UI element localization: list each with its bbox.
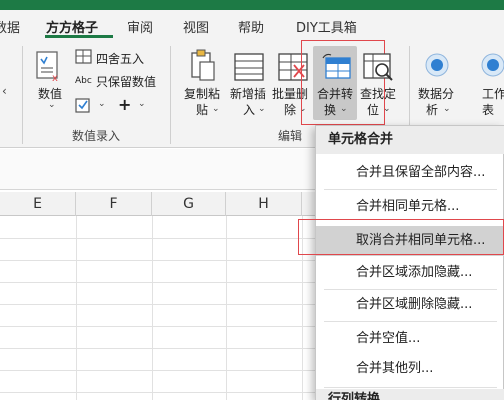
tab-fangfang[interactable]: 方方格子 [46,17,98,36]
group-edit-label: 编辑 [278,129,303,143]
ribbon-separator [170,46,171,144]
title-bar [0,0,504,10]
add-insert-label[interactable]: 新增插 [230,85,266,102]
abc-icon: Abc [75,76,92,86]
svg-text:x: x [52,73,58,82]
tab-diy-toolbox[interactable]: DIY工具箱 [296,17,357,36]
chevron-down-icon[interactable]: ⌄ [383,104,391,114]
data-analysis-icon[interactable] [424,52,450,82]
batch-delete-label-2[interactable]: 除 [284,101,296,118]
column-header-row: E F G H [0,192,320,216]
grid-line [0,348,320,349]
find-locate-label-2[interactable]: 位 [367,101,379,118]
find-locate-label[interactable]: 查找定 [360,85,396,102]
grid-line [0,260,320,261]
menu-section-header-partial: 行列转换 [316,389,504,400]
round-label[interactable]: 四舍五入 [96,50,144,67]
tab-review[interactable]: 审阅 [127,17,153,36]
menu-divider [324,387,497,388]
worksheet-icon[interactable] [480,52,504,82]
menu-item-merge-empty[interactable]: 合并空值... [316,324,504,354]
menu-item-merge-other-columns[interactable]: 合并其他列... [316,354,504,384]
data-analysis-label[interactable]: 数据分 [418,85,454,102]
active-tab-indicator [45,35,113,38]
chevron-down-icon[interactable]: ⌄ [138,99,146,109]
column-header-e[interactable]: E [0,192,76,216]
tab-data[interactable]: 数据 [0,17,20,36]
copy-paste-label[interactable]: 复制粘 [184,85,220,102]
round-icon[interactable] [75,49,93,69]
number-value-icon[interactable]: x [35,50,65,86]
grid-line [0,282,320,283]
copy-paste-icon[interactable] [189,48,217,86]
copy-paste-label-2[interactable]: 贴 [196,101,208,118]
menu-section-header: 单元格合并 [316,126,504,154]
chevron-down-icon[interactable]: ⌄ [258,104,266,114]
tab-help[interactable]: 帮助 [238,17,264,36]
grid-line [152,216,153,400]
chevron-down-icon[interactable]: ⌄ [48,100,56,110]
grid-line [0,304,320,305]
chevron-down-icon[interactable]: ⌄ [212,104,220,114]
keep-number-label[interactable]: 只保留数值 [96,73,156,90]
chevron-down-icon[interactable]: ⌄ [98,99,106,109]
data-analysis-label-2[interactable]: 析 [426,101,438,118]
worksheet-label-2[interactable]: 表 [482,101,494,118]
column-header-h[interactable]: H [226,192,302,216]
grid-line [226,216,227,400]
grid-line [0,326,320,327]
ribbon-separator [22,46,23,144]
menu-item-merge-add-hidden[interactable]: 合并区域添加隐藏... [316,258,504,288]
menu-item-merge-keep-all[interactable]: 合并且保留全部内容... [316,158,504,188]
menu-item-merge-remove-hidden[interactable]: 合并区域删除隐藏... [316,290,504,320]
add-insert-label-2[interactable]: 入 [243,101,255,118]
menu-divider [324,189,497,190]
menu-divider [324,321,497,322]
column-header-f[interactable]: F [76,192,152,216]
plus-icon[interactable]: + [118,95,131,114]
find-locate-icon[interactable] [362,52,394,86]
worksheet-label[interactable]: 工作 [482,85,504,102]
chevron-down-icon[interactable]: ⌄ [443,104,451,114]
grid-line [0,392,320,393]
merge-dropdown-menu: 单元格合并 合并且保留全部内容... 合并相同单元格... 取消合并相同单元格.… [315,125,504,400]
grid-line [76,216,77,400]
insert-rows-icon[interactable] [233,52,265,86]
menu-item-merge-same[interactable]: 合并相同单元格... [316,192,504,222]
highlight-frame [298,219,504,255]
group-numeric-label: 数值录入 [72,129,121,143]
grid-line [0,238,320,239]
column-header-g[interactable]: G [152,192,226,216]
checkbox-edit-icon[interactable] [75,96,95,118]
grid-line [0,370,320,371]
tab-view[interactable]: 视图 [183,17,209,36]
chevron-left-icon[interactable]: ‹ [2,84,7,98]
